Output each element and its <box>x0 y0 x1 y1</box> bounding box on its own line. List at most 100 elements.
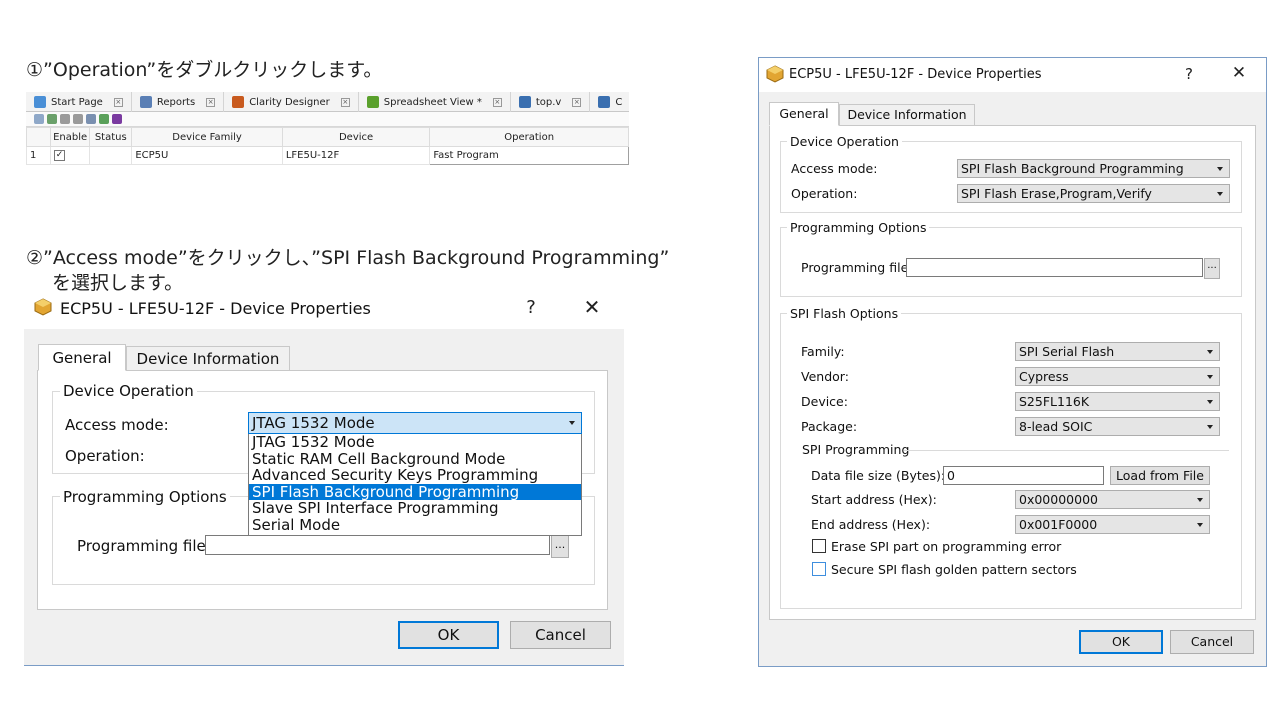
erase-spi-checkbox[interactable] <box>812 539 826 553</box>
chevron-down-icon <box>1197 522 1203 527</box>
start-page-icon <box>34 96 46 108</box>
table-row: 1 ✓ ECP5U LFE5U-12F Fast Program <box>26 146 629 165</box>
dropdown-option[interactable]: Static RAM Cell Background Mode <box>249 450 581 468</box>
tab-reports[interactable]: Reports × <box>132 92 225 112</box>
device-properties-dialog-step2: ECP5U - LFE5U-12F - Device Properties ? … <box>24 293 624 666</box>
file-edit-icon <box>518 96 531 108</box>
access-mode-select[interactable]: SPI Flash Background Programming <box>957 159 1230 178</box>
dropdown-option-selected[interactable]: SPI Flash Background Programming <box>249 484 581 501</box>
device-label: Device: <box>801 394 848 409</box>
operation-cell[interactable]: Fast Program <box>429 146 629 165</box>
close-icon[interactable]: ✕ <box>580 295 604 319</box>
app-icon <box>34 298 52 316</box>
tab-label: Spreadsheet View * <box>383 96 482 108</box>
tab-label: Reports <box>156 96 196 108</box>
tab-clarity-designer[interactable]: Clarity Designer × <box>224 92 359 112</box>
erase-spi-label: Erase SPI part on programming error <box>831 539 1062 554</box>
secure-spi-checkbox[interactable] <box>812 562 826 576</box>
clarity-designer-icon <box>232 96 245 108</box>
close-icon[interactable]: ✕ <box>1229 63 1249 83</box>
cancel-button[interactable]: Cancel <box>510 621 611 649</box>
family-value: SPI Serial Flash <box>1019 344 1115 359</box>
end-address-select[interactable]: 0x001F0000 <box>1015 515 1210 534</box>
file-edit-icon <box>598 96 611 108</box>
start-address-label: Start address (Hex): <box>811 492 937 507</box>
vendor-select[interactable]: Cypress <box>1015 367 1220 386</box>
close-tab-icon[interactable]: × <box>113 97 123 107</box>
ok-button[interactable]: OK <box>1079 630 1163 654</box>
help-button[interactable]: ? <box>1181 65 1197 83</box>
device-operation-label: Device Operation <box>787 134 902 149</box>
title-bar: ECP5U - LFE5U-12F - Device Properties ? … <box>759 58 1266 92</box>
gear-icon[interactable] <box>47 114 57 124</box>
chevron-down-icon <box>1207 424 1213 429</box>
data-file-size-input[interactable]: 0 <box>943 466 1104 485</box>
start-address-select[interactable]: 0x00000000 <box>1015 490 1210 509</box>
tab-general[interactable]: General <box>769 102 839 126</box>
app-icon <box>766 65 784 83</box>
dropdown-option[interactable]: JTAG 1532 Mode <box>249 434 581 451</box>
device-properties-dialog-result: ECP5U - LFE5U-12F - Device Properties ? … <box>758 57 1267 667</box>
access-mode-value: JTAG 1532 Mode <box>252 414 375 432</box>
dialog-title: ECP5U - LFE5U-12F - Device Properties <box>60 299 371 318</box>
ok-button[interactable]: OK <box>398 621 499 649</box>
column-header-operation: Operation <box>429 127 629 147</box>
access-mode-select[interactable]: JTAG 1532 Mode <box>248 412 582 434</box>
enable-cell[interactable]: ✓ <box>50 146 91 165</box>
close-tab-icon[interactable]: × <box>492 97 502 107</box>
tab-spreadsheet-view[interactable]: Spreadsheet View * × <box>359 92 511 112</box>
dropdown-option[interactable]: Serial Mode <box>249 517 581 534</box>
gear-icon[interactable] <box>73 114 83 124</box>
dropdown-option[interactable]: Slave SPI Interface Programming <box>249 500 581 517</box>
device-select[interactable]: S25FL116K <box>1015 392 1220 411</box>
close-tab-icon[interactable]: × <box>206 97 216 107</box>
tab-start-page[interactable]: Start Page × <box>26 92 132 112</box>
operation-select[interactable]: SPI Flash Erase,Program,Verify <box>957 184 1230 203</box>
spi-flash-options-label: SPI Flash Options <box>787 306 902 321</box>
programming-file-input[interactable] <box>205 535 550 555</box>
step1-instruction: ①”Operation”をダブルクリックします。 <box>26 59 383 81</box>
log-icon[interactable] <box>112 114 122 124</box>
browse-button[interactable]: ... <box>551 535 569 558</box>
editor-tab-strip: Start Page × Reports × Clarity Designer … <box>26 92 629 112</box>
device-operation-label: Device Operation <box>60 382 197 400</box>
family-select[interactable]: SPI Serial Flash <box>1015 342 1220 361</box>
package-select[interactable]: 8-lead SOIC <box>1015 417 1220 436</box>
status-cell <box>89 146 133 165</box>
access-mode-label: Access mode: <box>65 416 169 434</box>
operation-value: SPI Flash Erase,Program,Verify <box>961 186 1152 201</box>
load-from-file-button[interactable]: Load from File <box>1110 466 1210 485</box>
tab-top-v[interactable]: top.v × <box>511 92 591 112</box>
cancel-button[interactable]: Cancel <box>1170 630 1254 654</box>
programming-options-label: Programming Options <box>60 488 230 506</box>
tab-c[interactable]: C <box>590 92 629 112</box>
family-label: Family: <box>801 344 845 359</box>
device-cell: LFE5U-12F <box>281 146 431 165</box>
gear-icon[interactable] <box>60 114 70 124</box>
data-file-size-label: Data file size (Bytes): <box>811 468 946 483</box>
tab-device-information[interactable]: Device Information <box>839 104 975 126</box>
end-address-label: End address (Hex): <box>811 517 931 532</box>
spreadsheet-view-icon <box>366 96 379 108</box>
row-index-header <box>26 127 52 147</box>
help-button[interactable]: ? <box>521 297 541 318</box>
spi-programming-divider <box>904 450 1229 451</box>
tab-device-information[interactable]: Device Information <box>126 346 290 371</box>
tab-label: C <box>615 96 623 108</box>
programming-file-input[interactable] <box>906 258 1203 277</box>
dropdown-option[interactable]: Advanced Security Keys Programming <box>249 467 581 484</box>
column-header-enable: Enable <box>50 127 91 147</box>
device-value: S25FL116K <box>1019 394 1090 409</box>
browse-button[interactable]: ... <box>1204 258 1220 279</box>
enable-checkbox[interactable]: ✓ <box>54 149 66 161</box>
program-icon[interactable] <box>86 114 96 124</box>
close-tab-icon[interactable]: × <box>572 97 582 107</box>
tab-label: Start Page <box>51 96 103 108</box>
vendor-value: Cypress <box>1019 369 1069 384</box>
refresh-icon[interactable] <box>34 114 44 124</box>
close-tab-icon[interactable]: × <box>340 97 350 107</box>
chevron-down-icon <box>1207 349 1213 354</box>
device-table: Enable Status Device Family Device Opera… <box>26 127 629 165</box>
chip-icon[interactable] <box>99 114 109 124</box>
tab-general[interactable]: General <box>38 344 126 371</box>
